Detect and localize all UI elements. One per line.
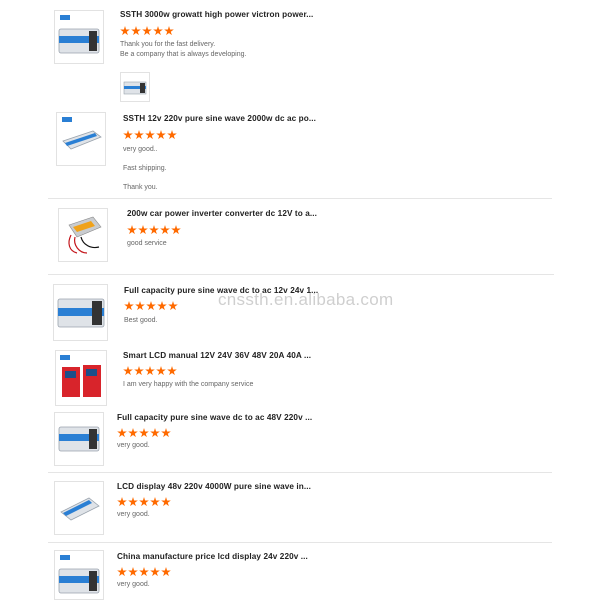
review-text: Thank you for the fast delivery. — [120, 41, 216, 48]
car-inverter-icon — [68, 216, 102, 254]
review-text: very good. — [117, 511, 150, 518]
star-icon — [157, 301, 167, 311]
star-icon — [124, 301, 134, 311]
rating-stars — [123, 130, 177, 140]
star-icon — [139, 497, 149, 507]
product-title[interactable]: 200w car power inverter converter dc 12V… — [127, 209, 317, 218]
inverter-icon — [58, 426, 100, 452]
star-icon — [160, 225, 170, 235]
star-icon — [134, 130, 144, 140]
product-title[interactable]: Smart LCD manual 12V 24V 36V 48V 20A 40A… — [123, 351, 311, 360]
review-text: Thank you. — [123, 184, 158, 191]
product-thumbnail[interactable] — [56, 112, 106, 166]
review-text: very good.. — [123, 146, 158, 153]
product-title[interactable]: SSTH 12v 220v pure sine wave 2000w dc ac… — [123, 114, 316, 123]
product-thumbnail[interactable] — [54, 550, 104, 600]
star-icon — [146, 301, 156, 311]
review-text: Best good. — [124, 317, 158, 324]
star-icon — [145, 366, 155, 376]
inverter-icon — [123, 81, 147, 95]
inverter-icon — [57, 298, 105, 328]
star-icon — [150, 428, 160, 438]
star-icon — [128, 567, 138, 577]
star-icon — [153, 26, 163, 36]
product-thumbnail[interactable] — [58, 208, 108, 262]
star-icon — [134, 366, 144, 376]
rating-stars — [127, 225, 181, 235]
star-icon — [138, 225, 148, 235]
review-text: Fast shipping. — [123, 165, 167, 172]
inverter-icon — [62, 117, 102, 150]
star-icon — [128, 428, 138, 438]
star-icon — [123, 366, 133, 376]
inverter-icon — [58, 555, 100, 594]
product-title[interactable]: China manufacture price lcd display 24v … — [117, 552, 308, 561]
review-photo[interactable] — [120, 72, 150, 102]
star-icon — [117, 497, 127, 507]
rating-stars — [124, 301, 178, 311]
rating-stars — [117, 497, 171, 507]
star-icon — [156, 130, 166, 140]
product-thumbnail[interactable] — [54, 10, 104, 64]
review-text: Be a company that is always developing. — [120, 51, 247, 58]
product-title[interactable]: SSTH 3000w growatt high power victron po… — [120, 10, 313, 19]
star-icon — [123, 130, 133, 140]
divider — [48, 198, 552, 199]
star-icon — [127, 225, 137, 235]
inverter-icon — [58, 15, 100, 54]
rating-stars — [117, 567, 171, 577]
star-icon — [131, 26, 141, 36]
rating-stars — [123, 366, 177, 376]
star-icon — [161, 567, 171, 577]
product-title[interactable]: Full capacity pure sine wave dc to ac 48… — [117, 413, 312, 422]
product-thumbnail[interactable] — [53, 284, 108, 341]
star-icon — [139, 567, 149, 577]
product-thumbnail[interactable] — [54, 481, 104, 535]
product-thumbnail[interactable] — [55, 350, 107, 406]
star-icon — [120, 26, 130, 36]
watermark: cnssth.en.alibaba.com — [218, 290, 394, 309]
star-icon — [150, 567, 160, 577]
star-icon — [168, 301, 178, 311]
rating-stars — [117, 428, 171, 438]
review-text: very good. — [117, 442, 150, 449]
product-title[interactable]: LCD display 48v 220v 4000W pure sine wav… — [117, 482, 311, 491]
star-icon — [171, 225, 181, 235]
product-thumbnail[interactable] — [54, 412, 104, 466]
star-icon — [117, 428, 127, 438]
star-icon — [161, 497, 171, 507]
star-icon — [135, 301, 145, 311]
review-text: very good. — [117, 581, 150, 588]
star-icon — [117, 567, 127, 577]
review-text: I am very happy with the company service — [123, 381, 254, 388]
star-icon — [150, 497, 160, 507]
star-icon — [164, 26, 174, 36]
rating-stars — [120, 26, 174, 36]
star-icon — [167, 130, 177, 140]
divider — [48, 472, 552, 473]
star-icon — [149, 225, 159, 235]
star-icon — [128, 497, 138, 507]
star-icon — [156, 366, 166, 376]
star-icon — [142, 26, 152, 36]
inverter-icon — [60, 497, 100, 521]
charge-controller-icon — [60, 355, 101, 397]
review-text: good service — [127, 240, 167, 247]
divider — [48, 274, 554, 275]
star-icon — [145, 130, 155, 140]
star-icon — [167, 366, 177, 376]
star-icon — [161, 428, 171, 438]
divider — [48, 542, 552, 543]
star-icon — [139, 428, 149, 438]
